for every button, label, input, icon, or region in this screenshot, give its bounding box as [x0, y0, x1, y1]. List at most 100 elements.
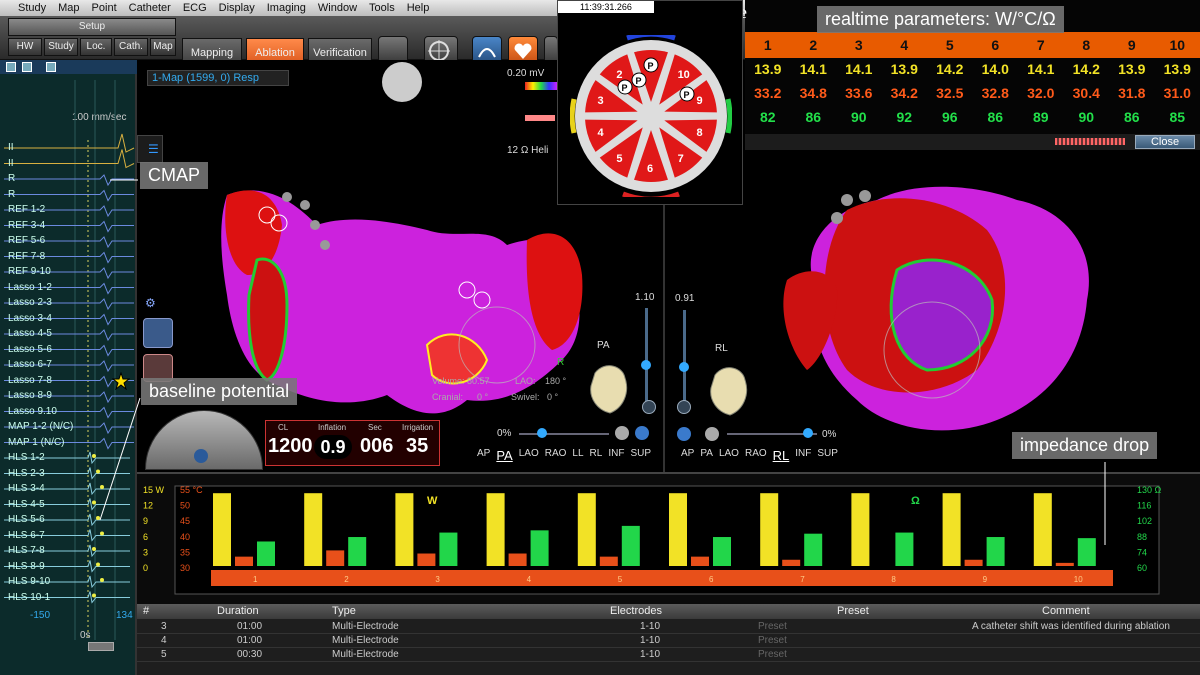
bar-impedance	[713, 537, 731, 566]
activation-dot	[92, 547, 96, 551]
view-preset-lao[interactable]: LAO	[719, 448, 739, 463]
electrode-number: 4	[900, 37, 909, 53]
setup-button-map[interactable]: Map	[150, 38, 176, 56]
menu-item-tools[interactable]: Tools	[369, 0, 395, 16]
voltage-scale-bar	[525, 82, 557, 90]
menu-item-help[interactable]: Help	[407, 0, 430, 16]
close-button[interactable]: Close	[1135, 135, 1195, 149]
opacity-thumb-right[interactable]	[803, 428, 813, 438]
table-header-cell[interactable]: Duration	[217, 605, 259, 617]
dial-yellow-arc	[570, 98, 577, 134]
table-header-cell[interactable]: #	[143, 605, 149, 617]
realtime-parameters-callout: realtime parameters: W/°C/Ω	[817, 6, 1064, 33]
electrode-label: 5	[616, 153, 622, 165]
activation-dot	[100, 531, 104, 536]
zoom-slider-left[interactable]	[645, 308, 648, 408]
ecg-scale-right: 134	[116, 610, 133, 621]
table-row[interactable]: 3 01:00 Multi-Electrode 1-10 Preset A cathete…	[137, 620, 1200, 634]
ecg-channel-label: HLS 8-9	[8, 560, 45, 572]
setup-button-hw[interactable]: HW	[8, 38, 42, 56]
view-preset-ap[interactable]: AP	[681, 448, 694, 463]
menu-item-study[interactable]: Study	[18, 0, 46, 16]
refresh-left-icon[interactable]	[635, 426, 649, 440]
electrode-label: 6	[647, 163, 653, 175]
rotate-right-button[interactable]	[677, 400, 691, 414]
activation-dot	[92, 500, 96, 505]
setup-button-cath[interactable]: Cath.	[114, 38, 148, 56]
view-preset-rao[interactable]: RAO	[745, 448, 767, 463]
settings-gear-icon[interactable]: ⚙	[145, 296, 171, 310]
view-preset-ll[interactable]: LL	[572, 448, 583, 463]
setup-button-loc[interactable]: Loc.	[80, 38, 112, 56]
refresh-right-icon[interactable]	[677, 427, 691, 441]
reset-view-left[interactable]	[615, 426, 629, 440]
inflation-value[interactable]: 0.9	[314, 435, 352, 459]
view-preset-sup[interactable]: SUP	[630, 448, 651, 463]
view-preset-ap[interactable]: AP	[477, 448, 490, 463]
table-header-cell[interactable]: Type	[332, 605, 356, 617]
activation-dot	[100, 578, 104, 582]
table-row[interactable]: 5 00:30 Multi-Electrode 1-10 Preset	[137, 648, 1200, 662]
setup-button-study[interactable]: Study	[44, 38, 78, 56]
menu-item-point[interactable]: Point	[92, 0, 117, 16]
table-cell: A catheter shift was identified during a…	[972, 621, 1170, 632]
watts-value: 13.9	[890, 61, 918, 77]
panel-toggle[interactable]: ☰	[137, 135, 163, 163]
zoom-slider-right[interactable]	[683, 310, 686, 410]
view-preset-inf[interactable]: INF	[608, 448, 624, 463]
zoom-thumb-left[interactable]	[641, 360, 651, 370]
view-preset-sup[interactable]: SUP	[817, 448, 838, 463]
map-selector[interactable]: 1-Map (1599, 0) Resp	[147, 70, 289, 86]
electrode-number: 9	[1127, 37, 1136, 53]
view-preset-rl[interactable]: RL	[590, 448, 603, 463]
view-preset-rao[interactable]: RAO	[545, 448, 567, 463]
dial-green-arc	[725, 98, 732, 134]
axis-tick: 12	[143, 501, 153, 511]
map-view-rl[interactable]: 0.91 RL 0% AP PA LAO RAO RL INF SUP	[667, 150, 1200, 472]
view-preset-pa[interactable]: PA	[700, 448, 713, 463]
cranial-label: Cranial:	[432, 392, 464, 402]
table-cell: Preset	[758, 635, 787, 646]
ecg-scrollbar[interactable]	[88, 642, 114, 651]
impedances-value: 86	[1123, 109, 1140, 125]
table-header-cell[interactable]: Electrodes	[610, 605, 662, 617]
catheter-view-button[interactable]	[143, 318, 173, 348]
menu-item-display[interactable]: Display	[219, 0, 255, 16]
bar-impedance	[257, 541, 275, 566]
ecg-channel-label: R	[8, 173, 16, 184]
menu-item-window[interactable]: Window	[318, 0, 357, 16]
view-presets-left: AP PA LAO RAO LL RL INF SUP	[477, 448, 651, 463]
ecg-channel-label: HLS 4-5	[8, 498, 45, 510]
bar-temperature	[1055, 562, 1074, 566]
r-marker: R	[557, 357, 564, 368]
opacity-slider-left[interactable]	[519, 433, 609, 435]
menu-item-catheter[interactable]: Catheter	[129, 0, 171, 16]
temps-value: 32.0	[1027, 85, 1055, 101]
electrode-dial[interactable]: 11098765432PPPP	[570, 35, 732, 197]
ecg-channel-label: Lasso 4-5	[8, 328, 52, 339]
view-preset-inf[interactable]: INF	[795, 448, 811, 463]
view-preset-pa[interactable]: PA	[496, 448, 512, 463]
menu-item-map[interactable]: Map	[58, 0, 79, 16]
watts-value: 14.2	[1072, 61, 1100, 77]
opacity-thumb-left[interactable]	[537, 428, 547, 438]
rotate-left-button[interactable]	[642, 400, 656, 414]
table-header-cell[interactable]: Preset	[837, 605, 869, 617]
dial-down-icon[interactable]	[194, 449, 208, 463]
view-preset-lao[interactable]: LAO	[519, 448, 539, 463]
bar-temperature	[417, 553, 436, 566]
table-row[interactable]: 4 01:00 Multi-Electrode 1-10 Preset	[137, 634, 1200, 648]
reset-view-right[interactable]	[705, 427, 719, 441]
cl-value: 1200	[268, 435, 313, 457]
zoom-thumb-right[interactable]	[679, 362, 689, 372]
pacing-marker-label: P	[622, 83, 628, 93]
temps-value: 31.0	[1163, 85, 1191, 101]
ecg-panel: 100 mm/sec II II R R REF 1-2 REF 3-4 REF 5-6 RE…	[0, 60, 137, 675]
view-preset-rl[interactable]: RL	[773, 448, 790, 463]
menu-item-imaging[interactable]: Imaging	[267, 0, 306, 16]
menu-item-ecg[interactable]: ECG	[183, 0, 207, 16]
table-cell: Preset	[758, 649, 787, 660]
view-indicator-circle	[382, 62, 422, 102]
bar-watts	[304, 493, 323, 566]
table-header-cell[interactable]: Comment	[1042, 605, 1090, 617]
